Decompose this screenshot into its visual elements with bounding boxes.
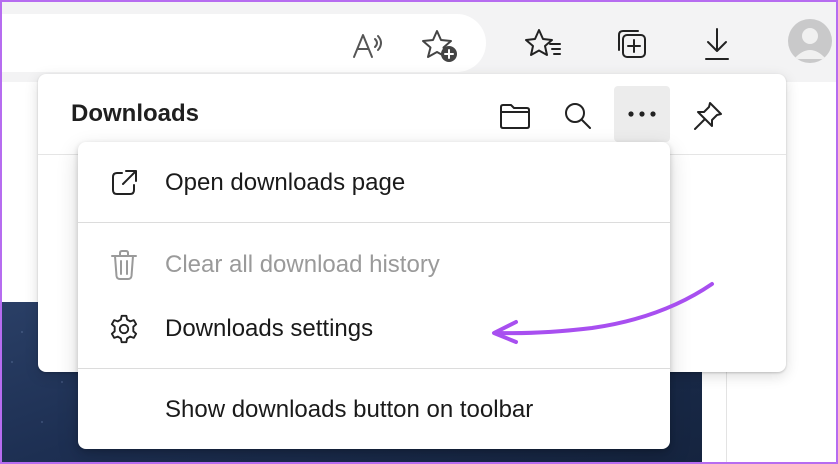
menu-item-label: Open downloads page <box>165 169 406 196</box>
menu-item-label: Show downloads button on toolbar <box>165 396 534 423</box>
folder-icon[interactable] <box>493 94 537 138</box>
downloads-icon[interactable] <box>696 24 738 64</box>
gear-icon <box>108 313 140 345</box>
menu-separator <box>78 222 670 223</box>
collections-icon[interactable] <box>610 24 652 64</box>
open-external-icon <box>108 167 140 199</box>
downloads-panel-title: Downloads <box>71 100 200 127</box>
pin-icon[interactable] <box>686 94 730 138</box>
search-icon[interactable] <box>556 94 600 138</box>
menu-item-label: Downloads settings <box>165 315 374 342</box>
menu-separator <box>78 368 670 369</box>
menu-item-label: Clear all download history <box>165 251 440 278</box>
favorites-icon[interactable] <box>522 24 564 64</box>
menu-item-show-downloads-button[interactable]: Show downloads button on toolbar <box>78 382 670 438</box>
annotation-arrow <box>492 282 714 344</box>
browser-toolbar <box>2 2 836 82</box>
profile-avatar[interactable] <box>788 19 832 63</box>
add-favorite-icon[interactable] <box>420 26 460 66</box>
menu-item-open-downloads-page[interactable]: Open downloads page <box>78 155 670 211</box>
trash-icon <box>108 249 140 281</box>
browser-window: Downloads Open downloads page Clear all … <box>0 0 838 464</box>
read-aloud-icon[interactable] <box>348 26 388 66</box>
address-bar[interactable] <box>2 14 486 72</box>
more-icon[interactable] <box>614 86 670 142</box>
